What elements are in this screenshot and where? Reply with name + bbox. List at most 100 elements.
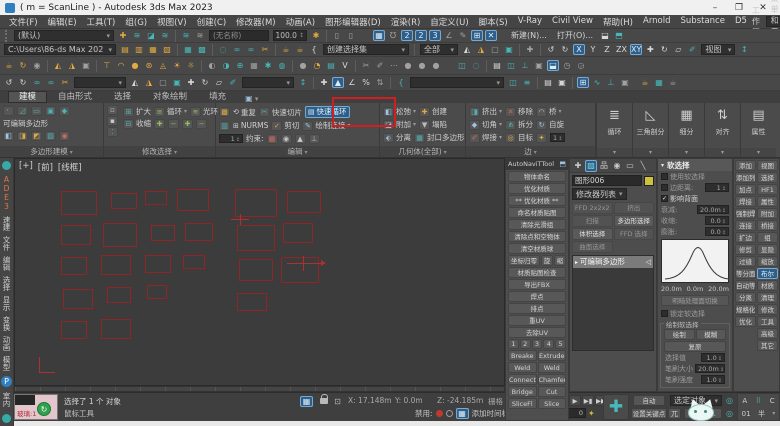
scale2-icon[interactable]: ▱ [213, 77, 225, 88]
collapse-stack-icon[interactable]: ◧ [3, 131, 14, 141]
selection-lock-icon[interactable] [320, 398, 328, 404]
menu-item-1[interactable]: 编辑(E) [43, 16, 82, 28]
cone-light-icon[interactable]: ◬ [157, 60, 169, 71]
menu-item-8[interactable]: 图形编辑器(D) [320, 16, 386, 28]
folder-save-icon[interactable]: ▥ [133, 44, 145, 55]
paint-field-row-2[interactable]: 笔刷强度1.0 [662, 374, 728, 385]
loop-button[interactable]: ≡循环▾ [154, 106, 187, 117]
mini-a-button[interactable]: A [742, 397, 747, 405]
percent-snap-icon[interactable]: ✎ [457, 30, 469, 41]
autotool-button-0[interactable]: 物体命名 [508, 171, 566, 182]
tab-建模[interactable]: 建模 [8, 91, 47, 103]
ball-c-icon[interactable]: ● [430, 60, 442, 71]
script-button-15-1[interactable]: 其它 [757, 340, 778, 351]
spinner-field[interactable]: 20.0m [697, 205, 729, 214]
menu-item-11[interactable]: 脚本(S) [474, 16, 513, 28]
pick-layer-icon[interactable]: ◪ [145, 30, 157, 41]
checkbox[interactable] [661, 173, 668, 180]
weld-button[interactable]: ✐焊接▾ [469, 132, 502, 143]
constraint-none-icon[interactable]: ▦ [267, 134, 278, 144]
zero-button-2[interactable]: 缩 [554, 255, 566, 266]
minimize-button[interactable]: – [703, 3, 727, 13]
modifier-c-icon[interactable]: ▨ [45, 131, 56, 141]
detach-button[interactable]: ⬖分离 [383, 132, 411, 143]
gear-icon[interactable]: ✱ [310, 30, 322, 41]
ball-a-icon[interactable]: ● [402, 60, 414, 71]
shrink-stack-icon[interactable]: ▫ [107, 105, 118, 115]
quad-button-weld[interactable]: Weld [538, 362, 567, 373]
big-button-1[interactable]: ◺三角剖分▾ [632, 103, 668, 157]
autotool3-button-1[interactable]: 排点 [508, 303, 566, 314]
constraint-edge-icon[interactable]: ◉ [281, 134, 292, 144]
dropdown-arrow-icon[interactable]: ▾ [741, 148, 776, 157]
script-button-13-1[interactable]: 工具 [757, 316, 778, 327]
script-button-11-0[interactable]: 分离 [735, 292, 756, 303]
z-coordinate[interactable]: Z: -24.185m [437, 396, 483, 405]
quad-button-connect[interactable]: Connect [508, 374, 537, 385]
panel-label[interactable]: 修改选择 [104, 146, 215, 157]
snap-toggle-icon[interactable]: ⊞ [471, 30, 483, 41]
dot-loop-icon[interactable]: ⁚ [107, 127, 118, 137]
script-button-6-0[interactable]: 扩边 [735, 232, 756, 243]
save-as-icon[interactable]: ⬒ [613, 30, 625, 41]
bind-spacewarp-icon[interactable]: ✂ [259, 44, 271, 55]
paint-value-field[interactable]: 1.0 [701, 375, 725, 384]
omni-light-icon[interactable]: ⊛ [143, 60, 155, 71]
coord2-dropdown[interactable] [242, 77, 294, 88]
tab-填充[interactable]: 填充 [198, 91, 237, 103]
big-button-2[interactable]: ▦细分▾ [668, 103, 704, 157]
ball-b-icon[interactable]: ● [416, 60, 428, 71]
zx-axis-button[interactable]: ZX [615, 44, 628, 55]
crossing2-icon[interactable]: ▣ [171, 77, 183, 88]
dock-item-1[interactable]: 速建 [1, 216, 12, 231]
center-icon[interactable]: ↕ [297, 77, 309, 88]
sphere-light-icon[interactable]: ● [129, 60, 141, 71]
menu-item-12[interactable]: V-Ray [513, 16, 547, 28]
object-name-field[interactable]: 图形006 [572, 175, 642, 186]
layer-explorer-icon[interactable]: ▣ [556, 77, 568, 88]
viewport-view-label[interactable]: [前] [38, 161, 53, 173]
paint-button[interactable]: 绘制 [664, 329, 695, 340]
script-button-7-0[interactable]: 修剪 [735, 244, 756, 255]
spinner-row-2[interactable]: 膨胀:0.0 [658, 226, 732, 237]
angle2-icon[interactable]: ∠ [346, 77, 358, 88]
cat-icon[interactable] [686, 399, 716, 422]
brace2-icon[interactable]: { [395, 77, 407, 88]
big-button-0[interactable]: ≣循环▾ [596, 103, 632, 157]
target-weld-button[interactable]: ◎目标 [505, 132, 533, 143]
create-tab[interactable]: ✚ [572, 160, 584, 172]
key-mode-icon[interactable]: ✦ [588, 409, 595, 418]
autotool-button-6[interactable]: 清空材质球 [508, 243, 566, 254]
script-button-8-1[interactable]: 缩放 [757, 256, 778, 267]
placement-tool-icon[interactable]: ✐ [686, 44, 698, 55]
big-button-3[interactable]: ⇅对齐▾ [704, 103, 740, 157]
modifier-b-icon[interactable]: ◩ [31, 131, 42, 141]
modifier-stack[interactable]: ▸ 可编辑多边形 ◁ [572, 255, 654, 351]
toolbar-handle[interactable] [5, 30, 9, 42]
select-by-name-icon[interactable]: ◮ [475, 44, 487, 55]
mini-value-2[interactable]: 半 [758, 409, 765, 419]
cap-poly-button[interactable]: ▦封口多边形 [414, 132, 465, 143]
preserve-uv-icon[interactable]: ▩ [219, 107, 230, 117]
autotool2-button-1[interactable]: 导出FBX [508, 279, 566, 290]
autotool2-button-0[interactable]: 材质贴图检查 [508, 267, 566, 278]
mod-button-4[interactable]: 体积选择 [572, 228, 613, 240]
viewport-shading-label[interactable]: [线框] [58, 161, 82, 173]
shading-b-icon[interactable]: ◑ [220, 60, 232, 71]
unlink2-icon[interactable]: ∞ [45, 77, 57, 88]
dock-item-6[interactable]: 变换 [1, 316, 12, 331]
autotool-button-3[interactable]: 命名材质贴图 [508, 207, 566, 218]
check-row-2[interactable]: 影响背面 [658, 193, 732, 204]
menu-item-6[interactable]: 修改器(M) [231, 16, 280, 28]
panel-label[interactable]: 边 [466, 146, 595, 157]
panel-label[interactable]: 几何体(全部) [380, 146, 465, 157]
new-button[interactable]: 新建(N)... [506, 30, 552, 41]
script-button-3-1[interactable]: 属性 [757, 196, 778, 207]
place2-icon[interactable]: ✐ [227, 77, 239, 88]
panel-corner-icon[interactable]: ⬒ [559, 159, 566, 170]
cylinder-b-icon[interactable]: ▯ [345, 30, 357, 41]
big-add-key-button[interactable]: ✚ [603, 394, 629, 420]
rollout-collapse-icon[interactable]: ▾ [661, 162, 664, 169]
menu-item-14[interactable]: 帮助(H) [598, 16, 638, 28]
light-b-icon[interactable]: ◠ [115, 60, 127, 71]
